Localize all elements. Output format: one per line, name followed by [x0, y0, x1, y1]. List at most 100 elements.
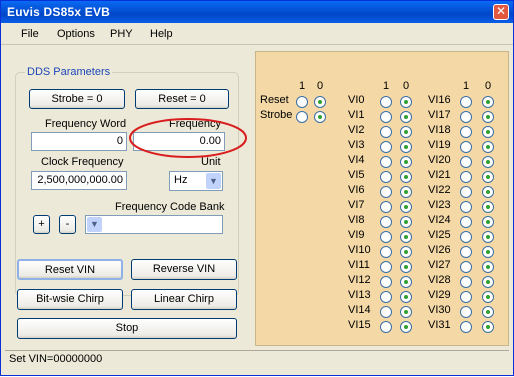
radio-vi9-0[interactable]	[400, 231, 412, 243]
menu-file[interactable]: File	[21, 28, 39, 40]
radio-vi23-0[interactable]	[482, 201, 494, 213]
radio-vi12-1[interactable]	[380, 276, 392, 288]
radio-vi17-0[interactable]	[482, 111, 494, 123]
frequency-code-bank-select[interactable]: ▼	[85, 215, 223, 234]
radio-vi13-1[interactable]	[380, 291, 392, 303]
vin-radio-panel: 1 0 1 0 1 0 Reset Strobe VI0 VI1 VI2 VI3 VI4 VI5 VI6 VI…	[255, 51, 509, 346]
radio-vi5-1[interactable]	[380, 171, 392, 183]
radio-vi18-1[interactable]	[460, 126, 472, 138]
radio-vi28-1[interactable]	[460, 276, 472, 288]
reset-button[interactable]: Reset = 0	[135, 89, 229, 109]
radio-vi15-1[interactable]	[380, 321, 392, 333]
menu-help[interactable]: Help	[150, 28, 173, 40]
radio-vi3-1[interactable]	[380, 141, 392, 153]
app-window: Euvis DS85x EVB ✕ File Options PHY Help …	[0, 0, 514, 376]
radio-vi13-0[interactable]	[400, 291, 412, 303]
radio-strobe-1[interactable]	[296, 111, 308, 123]
radio-vi0-0[interactable]	[400, 96, 412, 108]
chevron-down-icon[interactable]: ▼	[87, 217, 102, 232]
row-label-vi12: VI12	[348, 274, 371, 286]
stop-button[interactable]: Stop	[17, 318, 237, 339]
radio-vi21-1[interactable]	[460, 171, 472, 183]
unit-select[interactable]: Hz ▼	[169, 171, 223, 191]
radio-vi14-0[interactable]	[400, 306, 412, 318]
frequency-field[interactable]: 0.00	[133, 132, 225, 151]
radio-vi9-1[interactable]	[380, 231, 392, 243]
radio-vi30-1[interactable]	[460, 306, 472, 318]
radio-vi16-1[interactable]	[460, 96, 472, 108]
radio-vi25-1[interactable]	[460, 231, 472, 243]
radio-vi5-0[interactable]	[400, 171, 412, 183]
radio-vi26-1[interactable]	[460, 246, 472, 258]
radio-vi20-1[interactable]	[460, 156, 472, 168]
radio-vi2-0[interactable]	[400, 126, 412, 138]
radio-vi8-0[interactable]	[400, 216, 412, 228]
window-title: Euvis DS85x EVB	[7, 5, 111, 19]
radio-vi27-1[interactable]	[460, 261, 472, 273]
decrement-button[interactable]: -	[59, 215, 76, 234]
radio-vi20-0[interactable]	[482, 156, 494, 168]
radio-strobe-0[interactable]	[314, 111, 326, 123]
radio-vi11-0[interactable]	[400, 261, 412, 273]
frequency-word-field[interactable]: 0	[31, 132, 127, 151]
radio-vi0-1[interactable]	[380, 96, 392, 108]
radio-vi11-1[interactable]	[380, 261, 392, 273]
radio-vi29-1[interactable]	[460, 291, 472, 303]
radio-vi4-0[interactable]	[400, 156, 412, 168]
radio-vi10-0[interactable]	[400, 246, 412, 258]
radio-vi17-1[interactable]	[460, 111, 472, 123]
bitwise-chirp-button[interactable]: Bit-wsie Chirp	[17, 289, 123, 310]
radio-vi28-0[interactable]	[482, 276, 494, 288]
row-label-strobe: Strobe	[260, 109, 293, 121]
radio-vi22-1[interactable]	[460, 186, 472, 198]
radio-vi8-1[interactable]	[380, 216, 392, 228]
radio-vi1-1[interactable]	[380, 111, 392, 123]
radio-vi24-1[interactable]	[460, 216, 472, 228]
radio-vi15-0[interactable]	[400, 321, 412, 333]
radio-vi10-1[interactable]	[380, 246, 392, 258]
menu-phy[interactable]: PHY	[110, 28, 133, 40]
close-icon[interactable]: ✕	[493, 4, 509, 20]
radio-reset-1[interactable]	[296, 96, 308, 108]
radio-vi27-0[interactable]	[482, 261, 494, 273]
reset-vin-button[interactable]: Reset VIN	[17, 259, 123, 280]
radio-vi19-0[interactable]	[482, 141, 494, 153]
radio-vi31-1[interactable]	[460, 321, 472, 333]
radio-vi16-0[interactable]	[482, 96, 494, 108]
radio-vi30-0[interactable]	[482, 306, 494, 318]
menu-options[interactable]: Options	[57, 28, 95, 40]
radio-vi3-0[interactable]	[400, 141, 412, 153]
linear-chirp-button[interactable]: Linear Chirp	[131, 289, 237, 310]
chevron-down-icon[interactable]: ▼	[206, 173, 221, 189]
radio-vi6-0[interactable]	[400, 186, 412, 198]
radio-vi7-1[interactable]	[380, 201, 392, 213]
increment-button[interactable]: +	[33, 215, 50, 234]
unit-label: Unit	[201, 156, 221, 168]
row-label-vi27: VI27	[428, 259, 451, 271]
frequency-label: Frequency	[169, 118, 221, 130]
radio-vi12-0[interactable]	[400, 276, 412, 288]
reverse-vin-button[interactable]: Reverse VIN	[131, 259, 237, 280]
radio-vi4-1[interactable]	[380, 156, 392, 168]
radio-vi21-0[interactable]	[482, 171, 494, 183]
strobe-button[interactable]: Strobe = 0	[29, 89, 125, 109]
radio-vi7-0[interactable]	[400, 201, 412, 213]
radio-vi24-0[interactable]	[482, 216, 494, 228]
radio-vi22-0[interactable]	[482, 186, 494, 198]
radio-vi31-0[interactable]	[482, 321, 494, 333]
radio-reset-0[interactable]	[314, 96, 326, 108]
radio-vi26-0[interactable]	[482, 246, 494, 258]
radio-vi23-1[interactable]	[460, 201, 472, 213]
radio-vi18-0[interactable]	[482, 126, 494, 138]
radio-vi1-0[interactable]	[400, 111, 412, 123]
clock-frequency-field[interactable]: 2,500,000,000.00	[31, 171, 127, 190]
radio-vi29-0[interactable]	[482, 291, 494, 303]
radio-vi14-1[interactable]	[380, 306, 392, 318]
row-label-vi13: VI13	[348, 289, 371, 301]
radio-vi6-1[interactable]	[380, 186, 392, 198]
radio-vi19-1[interactable]	[460, 141, 472, 153]
radio-vi2-1[interactable]	[380, 126, 392, 138]
radio-vi25-0[interactable]	[482, 231, 494, 243]
frequency-word-label: Frequency Word	[45, 118, 127, 130]
title-bar[interactable]: Euvis DS85x EVB ✕	[1, 1, 513, 23]
